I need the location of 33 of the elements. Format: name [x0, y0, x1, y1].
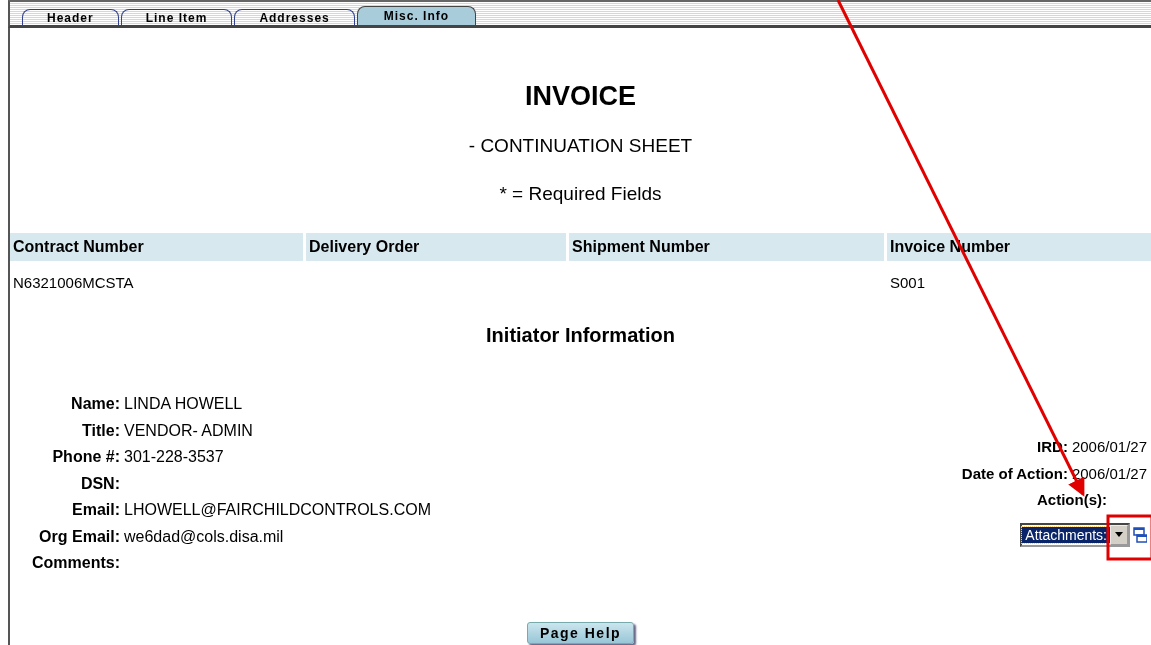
field-label: Title:: [81, 421, 120, 440]
tab[interactable]: Addresses: [234, 9, 355, 25]
tab[interactable]: Misc. Info: [356, 6, 477, 25]
field-value: we6dad@cols.disa.mil: [124, 527, 285, 546]
field-value: LINDA HOWELL: [124, 395, 244, 414]
column-header: Shipment Number: [569, 233, 884, 261]
page-help-button[interactable]: Page Help: [526, 622, 635, 644]
table-cell-text: N6321006MCSTA: [12, 273, 135, 291]
field-label: Action(s):: [1037, 491, 1107, 510]
section-title: Initiator Information: [485, 324, 676, 347]
field-label: DSN:: [79, 474, 120, 493]
field-label: Date of Action:: [961, 464, 1068, 483]
highlight-frame: [1106, 514, 1151, 561]
page-title: INVOICE: [524, 80, 637, 113]
field-value: LHOWELL@FAIRCHILDCONTROLS.COM: [124, 501, 431, 520]
required-note: * = Required Fields: [498, 183, 663, 205]
table-cell-text: S001: [889, 273, 927, 291]
column-header: Delivery Order: [306, 233, 566, 261]
tab[interactable]: Line Item: [120, 9, 233, 25]
field-label: Org Email:: [38, 527, 120, 546]
column-header: Contract Number: [10, 233, 303, 261]
field-value: VENDOR- ADMIN: [124, 421, 254, 440]
page-subtitle: - CONTINUATION SHEET: [467, 135, 694, 157]
actions-dropdown[interactable]: Attachments:: [1020, 522, 1130, 547]
field-label: Name:: [70, 395, 120, 414]
field-label: Email:: [71, 501, 120, 520]
field-value: 301-228-3537: [124, 448, 225, 467]
windows-icon[interactable]: [1133, 525, 1147, 544]
field-label: Comments:: [31, 554, 120, 573]
field-value: 2006/01/27: [1071, 438, 1147, 457]
tab[interactable]: Header: [22, 9, 119, 25]
field-label: Phone #:: [51, 448, 120, 467]
caret-icon: [1115, 532, 1123, 537]
